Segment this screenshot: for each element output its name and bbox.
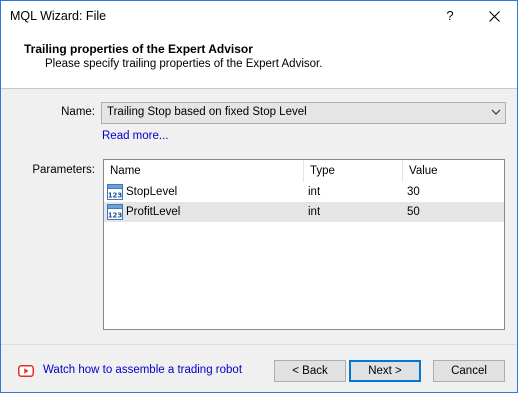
param-value[interactable]: 50 <box>405 202 420 222</box>
column-header-name[interactable]: Name <box>104 160 304 182</box>
parameters-table[interactable]: Name Type Value 123 StopLevel int 30 123… <box>103 159 505 330</box>
cancel-button[interactable]: Cancel <box>433 360 505 382</box>
back-button[interactable]: < Back <box>274 360 346 382</box>
param-type: int <box>308 186 321 198</box>
wizard-header: Trailing properties of the Expert Adviso… <box>1 31 517 89</box>
integer-123-icon: 123 <box>107 204 123 220</box>
next-button[interactable]: Next > <box>349 360 421 382</box>
param-value[interactable]: 30 <box>405 182 420 202</box>
table-row[interactable]: 123 ProfitLevel int 50 <box>104 202 504 222</box>
trailing-type-value: Trailing Stop based on fixed Stop Level <box>107 106 307 118</box>
param-type: int <box>308 206 321 218</box>
watch-video-link[interactable]: Watch how to assemble a trading robot <box>43 364 242 376</box>
page-title: Trailing properties of the Expert Adviso… <box>24 42 253 56</box>
svg-text:123: 123 <box>108 212 123 220</box>
footer-divider <box>1 344 517 345</box>
window-title: MQL Wizard: File <box>10 9 107 23</box>
table-row[interactable]: 123 StopLevel int 30 <box>104 182 504 202</box>
param-name: StopLevel <box>126 186 178 198</box>
help-button[interactable]: ? <box>437 1 463 31</box>
name-label: Name: <box>61 106 95 118</box>
parameters-label: Parameters: <box>32 164 95 176</box>
youtube-play-icon[interactable] <box>18 365 34 377</box>
svg-text:123: 123 <box>108 192 123 200</box>
trailing-type-dropdown[interactable]: Trailing Stop based on fixed Stop Level <box>101 102 506 124</box>
page-subtitle: Please specify trailing properties of th… <box>45 58 323 70</box>
chevron-down-icon <box>491 109 501 115</box>
title-bar: MQL Wizard: File ? <box>1 1 517 31</box>
help-icon: ? <box>446 8 454 23</box>
integer-123-icon: 123 <box>107 184 123 200</box>
close-button[interactable] <box>477 1 513 31</box>
column-header-type[interactable]: Type <box>304 160 403 182</box>
mql-wizard-dialog: MQL Wizard: File ? Trailing properties o… <box>0 0 518 393</box>
read-more-link[interactable]: Read more... <box>102 130 168 142</box>
param-name: ProfitLevel <box>126 206 181 218</box>
close-icon <box>489 11 500 22</box>
column-header-value[interactable]: Value <box>403 160 504 182</box>
table-header: Name Type Value <box>104 160 504 182</box>
